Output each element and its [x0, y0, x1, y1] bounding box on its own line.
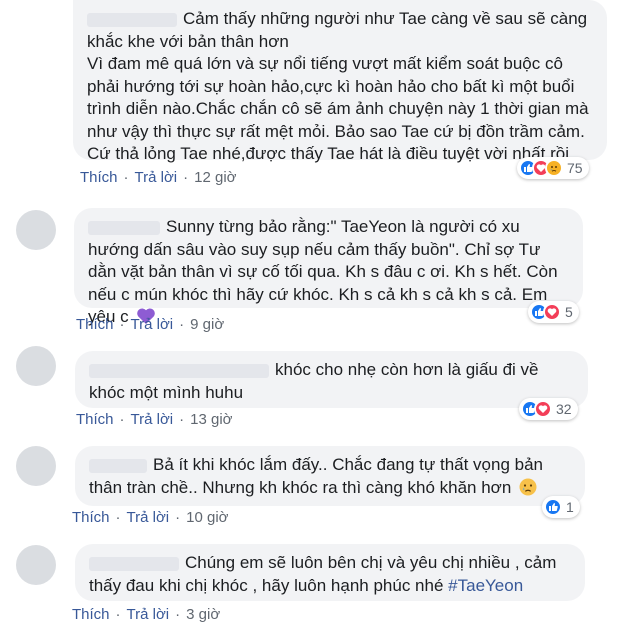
like-link[interactable]: Thích: [80, 169, 118, 186]
reaction-count: 5: [565, 304, 573, 320]
reply-link[interactable]: Trả lời: [127, 606, 170, 623]
separator: ·: [119, 411, 125, 428]
timestamp[interactable]: 10 giờ: [186, 509, 228, 526]
reaction-summary[interactable]: 5: [528, 301, 579, 323]
comment-bubble: khóc cho nhẹ còn hơn là giấu đi về khóc …: [75, 351, 588, 408]
like-link[interactable]: Thích: [72, 509, 110, 526]
reaction-count: 75: [567, 160, 583, 176]
comment-actions: Thích · Trả lời · 9 giờ: [76, 316, 224, 333]
separator: ·: [183, 169, 189, 186]
author-name[interactable]: [89, 556, 179, 571]
comment-text: Sunny từng bảo rằng:" TaeYeon là người c…: [88, 216, 569, 332]
separator: ·: [115, 606, 121, 623]
separator: ·: [179, 411, 185, 428]
like-link[interactable]: Thích: [72, 606, 110, 623]
comment-actions: Thích · Trả lời · 13 giờ: [76, 411, 233, 428]
comment-bubble: Sunny từng bảo rằng:" TaeYeon là người c…: [74, 208, 583, 326]
comment-text: Cảm thấy những người như Tae càng về sau…: [87, 9, 589, 163]
separator: ·: [175, 509, 181, 526]
comment-actions: Thích · Trả lời · 12 giờ: [80, 169, 237, 186]
avatar[interactable]: [16, 545, 56, 585]
timestamp[interactable]: 9 giờ: [190, 316, 224, 333]
comment-bubble: Chúng em sẽ luôn bên chị và yêu chị nhiề…: [75, 544, 585, 601]
reaction-summary[interactable]: 1: [542, 496, 580, 518]
comment-bubble: Cảm thấy những người như Tae càng về sau…: [73, 0, 607, 163]
sad-reaction-icon: [545, 159, 563, 177]
separator: ·: [175, 606, 181, 623]
timestamp[interactable]: 13 giờ: [190, 411, 232, 428]
reaction-summary[interactable]: 32: [519, 398, 578, 420]
crying-face-icon: [519, 478, 537, 503]
comment-text: Bả ít khi khóc lắm đấy.. Chắc đang tự th…: [89, 454, 571, 502]
like-link[interactable]: Thích: [76, 316, 114, 333]
comment-actions: Thích · Trả lời · 3 giờ: [72, 606, 220, 623]
separator: ·: [115, 509, 121, 526]
reply-link[interactable]: Trả lời: [127, 509, 170, 526]
comment-actions: Thích · Trả lời · 10 giờ: [72, 509, 229, 526]
comment-bubble: Bả ít khi khóc lắm đấy.. Chắc đang tự th…: [75, 446, 585, 506]
comment-text: Chúng em sẽ luôn bên chị và yêu chị nhiề…: [89, 553, 557, 595]
author-name[interactable]: [89, 363, 269, 378]
reply-link[interactable]: Trả lời: [131, 411, 174, 428]
reaction-summary[interactable]: 75: [517, 157, 589, 179]
reply-link[interactable]: Trả lời: [135, 169, 178, 186]
separator: ·: [179, 316, 185, 333]
like-reaction-icon: [544, 498, 562, 516]
comment-text: khóc cho nhẹ còn hơn là giấu đi về khóc …: [89, 360, 539, 402]
timestamp[interactable]: 3 giờ: [186, 606, 220, 623]
avatar[interactable]: [16, 346, 56, 386]
love-reaction-icon: [543, 303, 561, 321]
reply-link[interactable]: Trả lời: [131, 316, 174, 333]
hashtag-link[interactable]: #TaeYeon: [448, 576, 523, 595]
love-reaction-icon: [534, 400, 552, 418]
author-name[interactable]: [89, 458, 147, 473]
author-name[interactable]: [87, 12, 177, 27]
avatar[interactable]: [16, 446, 56, 486]
author-name[interactable]: [88, 220, 160, 235]
avatar[interactable]: [16, 210, 56, 250]
reaction-count: 32: [556, 401, 572, 417]
separator: ·: [123, 169, 129, 186]
like-link[interactable]: Thích: [76, 411, 114, 428]
timestamp[interactable]: 12 giờ: [194, 169, 236, 186]
separator: ·: [119, 316, 125, 333]
reaction-count: 1: [566, 499, 574, 515]
